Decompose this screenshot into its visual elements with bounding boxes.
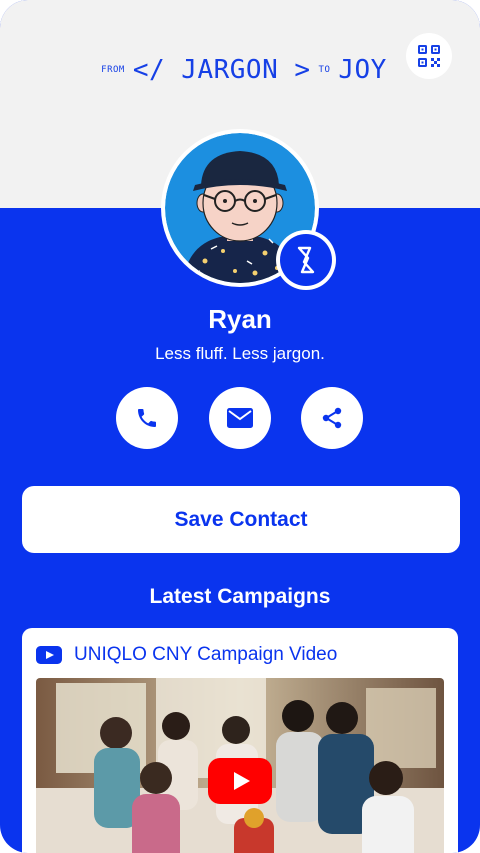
email-button[interactable] [209, 387, 271, 449]
tagline-jargon: </ JARGON > [132, 55, 311, 85]
youtube-icon [36, 646, 62, 664]
share-icon [322, 407, 342, 429]
profile-name: Ryan [208, 304, 272, 334]
campaign-card[interactable]: UNIQLO CNY Campaign Video [22, 628, 458, 853]
call-button[interactable] [116, 387, 178, 449]
mail-icon [227, 408, 253, 428]
qr-code-icon [418, 45, 440, 67]
campaign-card-header: UNIQLO CNY Campaign Video [36, 642, 337, 668]
action-buttons [0, 387, 480, 449]
slash-badge [276, 230, 336, 290]
phone-icon [138, 409, 156, 427]
slash-logo-icon [297, 246, 315, 274]
qr-code-button[interactable] [406, 33, 452, 79]
play-button[interactable] [208, 758, 272, 804]
profile-bio: Less fluff. Less jargon. [155, 344, 325, 363]
campaigns-heading: Latest Campaigns [149, 585, 331, 608]
share-button[interactable] [301, 387, 363, 449]
tagline-to: TO [318, 65, 331, 75]
campaign-title: UNIQLO CNY Campaign Video [74, 644, 338, 665]
save-contact-button[interactable]: Save Contact [22, 486, 460, 553]
video-thumbnail[interactable] [36, 678, 444, 853]
tagline-from: FROM [101, 65, 125, 75]
slash-badge-inner [280, 234, 332, 286]
tagline-joy: JOY [338, 55, 387, 85]
play-icon [208, 758, 272, 804]
profile-screen: FROM </ JARGON > TO JOY Ryan Less fluff.… [0, 0, 480, 853]
